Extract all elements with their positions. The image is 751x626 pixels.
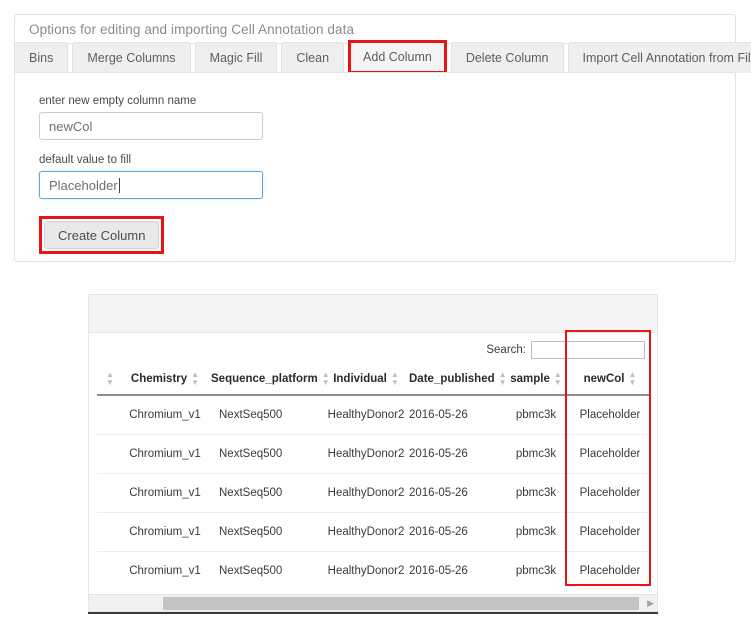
- cell-sample: pbmc3k: [501, 395, 571, 435]
- column-header-label-sample: sample: [510, 373, 550, 385]
- table-card-bottom-edge: [88, 612, 658, 614]
- column-header-label-newcol: newCol: [584, 373, 625, 385]
- tab-magic-fill[interactable]: Magic Fill: [195, 42, 278, 73]
- table-search-row: Search:: [97, 333, 649, 367]
- table-row[interactable]: Chromium_v1NextSeq500HealthyDonor22016-0…: [97, 513, 649, 552]
- cell-cut: [97, 474, 119, 513]
- cell-chemistry: Chromium_v1: [119, 395, 211, 435]
- cell-individual: HealthyDonor2: [323, 395, 409, 435]
- tab-add-column[interactable]: Add Column: [348, 40, 447, 74]
- table-row[interactable]: Chromium_v1NextSeq500HealthyDonor22016-0…: [97, 474, 649, 513]
- column-name-input[interactable]: newCol: [39, 112, 263, 140]
- tab-clean[interactable]: Clean: [281, 42, 344, 73]
- column-header-newcol[interactable]: newCol▲▼: [571, 367, 649, 395]
- cell-newcol: Placeholder: [571, 552, 649, 591]
- cell-chemistry: Chromium_v1: [119, 474, 211, 513]
- cell-chemistry: Chromium_v1: [119, 552, 211, 591]
- cell-date_published: 2016-05-26: [409, 435, 501, 474]
- cell-sequence_platform: NextSeq500: [211, 513, 323, 552]
- default-value-field-group: default value to fill Placeholder: [39, 154, 735, 199]
- text-cursor: [119, 178, 120, 193]
- column-header-label-date_published: Date_published: [409, 373, 495, 385]
- cell-individual: HealthyDonor2: [323, 513, 409, 552]
- column-name-field-group: enter new empty column name newCol: [39, 95, 735, 140]
- cell-sequence_platform: NextSeq500: [211, 474, 323, 513]
- column-header-chemistry[interactable]: Chemistry ▲▼: [119, 367, 211, 395]
- column-header-date_published[interactable]: Date_published▲▼: [409, 367, 501, 395]
- cell-cut: [97, 552, 119, 591]
- sort-arrows-icon[interactable]: ▲▼: [106, 371, 114, 387]
- cell-date_published: 2016-05-26: [409, 474, 501, 513]
- cell-newcol: Placeholder: [571, 513, 649, 552]
- cell-sequence_platform: NextSeq500: [211, 552, 323, 591]
- column-header-individual[interactable]: Individual ▲▼: [323, 367, 409, 395]
- annotation-table: ▲▼Chemistry▲▼Sequence_platform▲▼Individu…: [97, 367, 649, 590]
- column-header-label-chemistry: Chemistry: [131, 373, 187, 385]
- create-column-highlight: Create Column: [39, 216, 164, 254]
- sort-arrows-icon[interactable]: ▲▼: [391, 371, 399, 387]
- tab-delete-column[interactable]: Delete Column: [451, 42, 564, 73]
- column-header-cut[interactable]: ▲▼: [97, 367, 119, 395]
- sort-arrows-icon[interactable]: ▲▼: [191, 371, 199, 387]
- column-name-label: enter new empty column name: [39, 95, 735, 107]
- cell-cut: [97, 435, 119, 474]
- tab-strip: BinsMerge ColumnsMagic FillCleanAdd Colu…: [14, 41, 751, 73]
- annotation-table-card: Search: ▲▼Chemistry▲▼Sequence_platform▲▼…: [88, 294, 658, 612]
- search-input[interactable]: [531, 341, 645, 359]
- tab-bins[interactable]: Bins: [14, 42, 68, 73]
- cell-date_published: 2016-05-26: [409, 513, 501, 552]
- cell-date_published: 2016-05-26: [409, 552, 501, 591]
- cell-chemistry: Chromium_v1: [119, 513, 211, 552]
- cell-sequence_platform: NextSeq500: [211, 435, 323, 474]
- tab-merge-columns[interactable]: Merge Columns: [72, 42, 190, 73]
- cell-individual: HealthyDonor2: [323, 474, 409, 513]
- horizontal-scrollbar[interactable]: ▶: [89, 594, 657, 611]
- table-body: Chromium_v1NextSeq500HealthyDonor22016-0…: [97, 395, 649, 590]
- cell-sample: pbmc3k: [501, 474, 571, 513]
- cell-sample: pbmc3k: [501, 435, 571, 474]
- cell-individual: HealthyDonor2: [323, 552, 409, 591]
- cell-date_published: 2016-05-26: [409, 395, 501, 435]
- table-row[interactable]: Chromium_v1NextSeq500HealthyDonor22016-0…: [97, 552, 649, 591]
- table-row[interactable]: Chromium_v1NextSeq500HealthyDonor22016-0…: [97, 395, 649, 435]
- table-row[interactable]: Chromium_v1NextSeq500HealthyDonor22016-0…: [97, 435, 649, 474]
- table-inner: Search: ▲▼Chemistry▲▼Sequence_platform▲▼…: [89, 333, 657, 590]
- cell-sample: pbmc3k: [501, 552, 571, 591]
- sort-arrows-icon[interactable]: ▲▼: [628, 371, 636, 387]
- default-value-input[interactable]: Placeholder: [39, 171, 263, 199]
- add-column-form: enter new empty column name newCol defau…: [14, 72, 736, 262]
- search-label: Search:: [486, 344, 526, 356]
- scroll-right-arrow-icon[interactable]: ▶: [647, 598, 654, 608]
- cell-cut: [97, 513, 119, 552]
- sort-arrows-icon[interactable]: ▲▼: [554, 371, 562, 387]
- column-header-sample[interactable]: sample ▲▼: [501, 367, 571, 395]
- default-value-label: default value to fill: [39, 154, 735, 166]
- create-column-button[interactable]: Create Column: [44, 221, 159, 249]
- table-head: ▲▼Chemistry▲▼Sequence_platform▲▼Individu…: [97, 367, 649, 395]
- cell-individual: HealthyDonor2: [323, 435, 409, 474]
- cell-newcol: Placeholder: [571, 474, 649, 513]
- default-value-input-value: Placeholder: [49, 178, 118, 193]
- table-header-row: ▲▼Chemistry▲▼Sequence_platform▲▼Individu…: [97, 367, 649, 395]
- column-name-input-value: newCol: [49, 119, 92, 134]
- cell-newcol: Placeholder: [571, 395, 649, 435]
- cell-sample: pbmc3k: [501, 513, 571, 552]
- column-header-label-sequence_platform: Sequence_platform: [211, 373, 318, 385]
- column-header-label-individual: Individual: [333, 373, 387, 385]
- column-header-sequence_platform[interactable]: Sequence_platform▲▼: [211, 367, 323, 395]
- scrollbar-thumb[interactable]: [163, 597, 639, 610]
- cell-chemistry: Chromium_v1: [119, 435, 211, 474]
- tab-import-cell-annotation-from-file[interactable]: Import Cell Annotation from File: [568, 42, 751, 73]
- table-card-topbar: [89, 295, 657, 333]
- cell-sequence_platform: NextSeq500: [211, 395, 323, 435]
- cell-cut: [97, 395, 119, 435]
- cell-newcol: Placeholder: [571, 435, 649, 474]
